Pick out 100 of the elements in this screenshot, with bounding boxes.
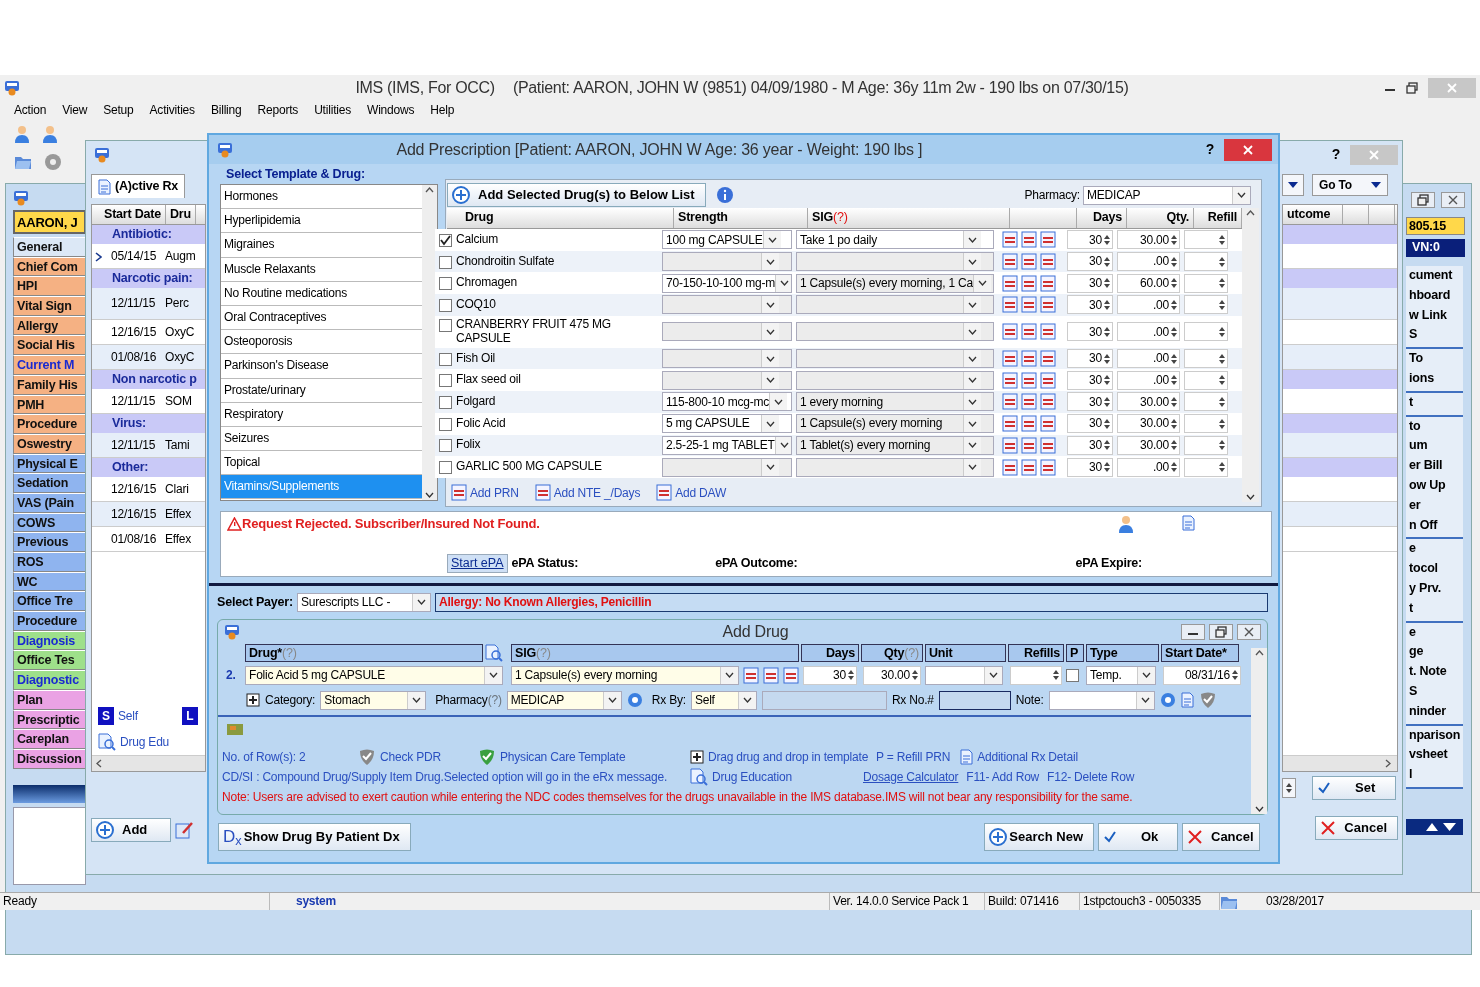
tag-icon[interactable] [1040,274,1056,292]
help-button[interactable]: ? [1331,146,1340,163]
caret-icon[interactable] [968,442,977,449]
tag-icon[interactable] [1021,436,1037,454]
drug-dropdown[interactable]: Folic Acid 5 mg CAPSULE [245,665,503,685]
number-field[interactable]: 30.00 [1117,230,1180,250]
menu-link[interactable]: w Link [1406,305,1463,326]
nav-item[interactable]: Procedure [13,414,86,434]
tag-icon[interactable] [1021,393,1037,411]
number-field[interactable]: 30.00 [863,665,921,685]
menu-link[interactable]: t [1406,392,1463,413]
scrollbar[interactable] [92,755,205,771]
close-button[interactable] [1224,138,1272,161]
number-field[interactable]: 30 [1067,273,1113,293]
column-header[interactable]: Dru [166,205,196,224]
spinner-icon[interactable] [847,668,855,682]
checkbox[interactable] [439,255,452,269]
start-epa-button[interactable]: Start ePA [447,554,508,573]
caret-icon[interactable] [766,377,775,384]
tag-icon[interactable] [1021,296,1037,314]
tag-icon[interactable] [1002,274,1018,292]
menu-item[interactable]: View [54,102,96,118]
sig-dropdown[interactable]: Take 1 po daily [796,230,994,250]
drug-education-link[interactable]: Drug Edu [120,734,170,750]
scroll-up-icon[interactable] [1246,210,1255,216]
set-button[interactable]: Set [1312,776,1396,800]
checkbox[interactable] [439,374,452,388]
caret-icon[interactable] [766,328,775,335]
link[interactable]: Drug Education [690,768,863,786]
number-field[interactable]: 60.00 [1117,273,1180,293]
link[interactable]: Physican Care Template [478,748,690,766]
caret-icon[interactable] [416,599,426,605]
tag-icon[interactable] [1021,253,1037,271]
menu-link[interactable]: S [1406,325,1463,346]
tag-icon[interactable] [1021,350,1037,368]
number-field[interactable]: 30.00 [1117,392,1180,412]
edit-icon[interactable] [175,821,195,839]
restore-icon[interactable] [1406,81,1418,94]
spinner-icon[interactable] [1231,668,1239,682]
menu-link[interactable]: l [1406,765,1463,785]
menu-link[interactable]: cument [1406,266,1463,286]
sig-dropdown[interactable]: 1 Capsule(s) every morning, 1 Ca [796,273,994,293]
number-field[interactable]: 30.00 [1117,414,1180,434]
caret-icon[interactable] [968,464,977,471]
close-icon[interactable] [1243,626,1255,638]
column-header[interactable]: Start Date* [1161,644,1239,662]
strength-dropdown[interactable]: 115-800-10 mcg-mc [662,392,792,412]
number-field[interactable]: 30 [1067,349,1113,369]
nav-item[interactable]: Sedation [13,473,86,493]
help-button[interactable]: ? [1205,141,1214,158]
nav-item[interactable]: Office Tes [13,650,86,671]
number-field[interactable]: 30 [1067,252,1113,272]
caret-icon[interactable] [978,280,987,287]
person-icon[interactable] [1118,515,1134,533]
checkbox[interactable] [439,395,452,409]
type-dropdown[interactable]: Temp. [1086,665,1156,685]
number-field[interactable]: .00 [1117,457,1180,477]
checkbox[interactable] [439,439,452,453]
tag-icon[interactable] [1021,231,1037,249]
number-field[interactable] [1010,665,1062,685]
restore-button[interactable] [1209,624,1233,640]
tag-icon[interactable] [1002,371,1018,389]
caret-icon[interactable] [989,672,998,678]
rx-number-field[interactable] [938,690,1011,710]
column-header[interactable]: Drug [447,208,674,228]
scroll-left-icon[interactable] [96,759,102,768]
scrollbar[interactable] [1242,208,1259,502]
spinner-icon[interactable] [1052,668,1060,682]
tag-icon[interactable] [1040,436,1056,454]
payer-dropdown[interactable]: Surescripts LLC - [296,592,431,612]
sig-dropdown[interactable]: 1 every morning [796,392,994,412]
nav-item[interactable]: Vital Sign [13,296,86,316]
number-field[interactable] [1184,414,1228,434]
link[interactable]: Add NTE _/Days [534,484,641,502]
link[interactable]: Add PRN [451,484,519,502]
caret-icon[interactable] [779,442,789,449]
number-field[interactable] [1184,370,1228,390]
caret-icon[interactable] [725,672,734,678]
minimize-button[interactable] [1181,624,1205,640]
number-field[interactable] [1184,457,1228,477]
menu-link[interactable]: t [1406,598,1463,619]
nav-item[interactable]: Careplan [13,729,86,749]
menu-link[interactable]: to [1406,416,1463,437]
caret-icon[interactable] [968,236,977,243]
tag-icon[interactable] [1021,415,1037,433]
number-field[interactable]: 30 [1067,322,1113,342]
tag-icon[interactable] [1002,393,1018,411]
checkbox[interactable] [439,417,452,431]
strength-dropdown[interactable]: 100 mg CAPSULE [662,230,792,250]
menu-link[interactable]: hboard [1406,285,1463,306]
document-icon[interactable] [485,644,503,662]
number-field[interactable] [1184,435,1228,455]
tag-icon[interactable] [1040,296,1056,314]
restore-icon[interactable] [1417,194,1429,206]
nav-item[interactable]: Diagnostic [13,670,86,690]
menu-link[interactable]: vsheet [1406,745,1463,766]
menu-link[interactable]: S [1406,681,1463,702]
menu-link[interactable]: e [1406,539,1463,560]
tag-icon[interactable] [1040,350,1056,368]
caret-icon[interactable] [766,355,775,362]
